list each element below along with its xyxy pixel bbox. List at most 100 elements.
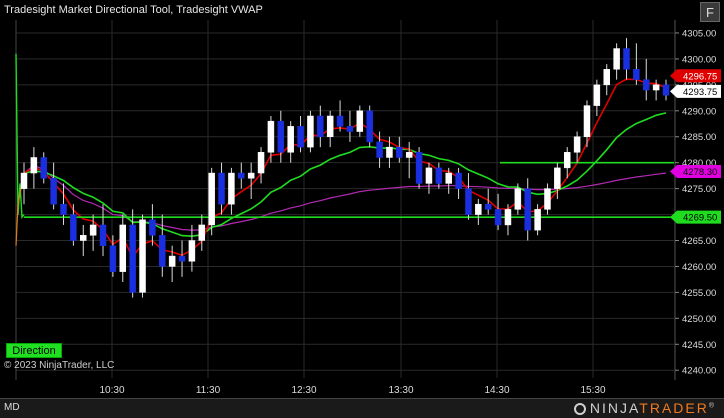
candle-up [30,157,38,174]
x-tick-label: 11:30 [196,385,221,396]
candle-up [445,172,452,184]
x-tick-label: 10:30 [99,385,124,396]
price-axis: 4305.004300.004295.004290.004285.004280.… [674,0,724,398]
candle-up [534,209,541,231]
candle-down [277,120,285,153]
candle-up [267,120,275,153]
candle-down [465,188,472,215]
candle-down [366,110,373,143]
price-chart[interactable]: 4305.004300.004295.004290.004285.004280.… [0,0,724,418]
candle-down [346,126,354,132]
candle-up [573,136,581,153]
y-tick-label: 4265.00 [682,236,716,247]
candle-down [297,126,304,148]
candle-up [257,152,265,174]
candle-up [119,224,127,272]
candle-up [168,255,176,267]
candle-up [228,172,235,205]
y-tick-label: 4255.00 [682,288,716,299]
candle-down [178,255,186,262]
y-tick-label: 4305.00 [682,28,716,39]
candlesticks [20,38,670,298]
candle-up [563,152,571,169]
ninjatrader-logo: NINJATRADER® [573,400,716,416]
price-tag-label: 4269.50 [683,213,717,224]
y-tick-label: 4245.00 [682,340,716,351]
candle-up [504,209,512,226]
candle-down [40,157,48,179]
chart-grid [15,20,674,380]
candle-up [583,105,591,137]
y-tick-label: 4290.00 [682,106,716,117]
candle-up [247,172,255,179]
candle-down [633,69,640,80]
x-tick-label: 12:30 [291,385,316,396]
candle-up [208,172,215,226]
candle-down [662,84,670,96]
chart-window: 4305.004300.004295.004290.004285.004280.… [0,0,724,418]
candle-up [554,167,561,189]
candle-up [287,126,294,153]
candle-up [475,203,482,215]
candle-down [435,167,443,184]
candle-down [149,219,156,236]
candle-up [198,224,206,241]
candle-up [603,69,610,86]
candle-up [89,224,97,236]
candle-down [455,172,462,189]
candle-down [70,214,77,241]
candle-down [317,115,324,137]
candle-up [652,84,660,91]
direction-label: Direction [6,343,62,358]
candle-up [425,167,433,184]
candle-up [307,115,314,148]
candle-up [326,115,334,137]
candle-down [218,172,225,205]
candle-up [20,172,28,189]
y-tick-label: 4240.00 [682,366,716,377]
status-bar: MD NINJATRADER® [0,398,724,418]
y-tick-label: 4260.00 [682,262,716,273]
candle-down [376,141,383,158]
candle-down [396,146,403,158]
x-tick-label: 15:30 [580,385,605,396]
y-tick-label: 4250.00 [682,314,716,325]
candle-down [238,172,245,179]
candle-down [60,203,67,215]
candle-down [50,177,57,205]
candle-up [514,188,522,210]
chart-title: Tradesight Market Directional Tool, Trad… [4,4,263,16]
f-button[interactable]: F [700,2,720,22]
x-tick-label: 14:30 [484,385,509,396]
candle-down [415,152,423,184]
candle-down [524,188,531,231]
candle-down [99,224,107,246]
y-tick-label: 4285.00 [682,132,716,143]
candle-up [188,240,196,262]
candle-up [405,152,413,158]
candle-down [642,79,650,91]
candle-down [129,224,136,293]
candle-up [593,84,601,106]
y-tick-label: 4275.00 [682,184,716,195]
copyright-text: © 2023 NinjaTrader, LLC [4,360,115,371]
candle-down [159,235,166,267]
candle-up [80,235,87,241]
status-text: MD [4,402,20,413]
indicator-lines [15,53,674,259]
price-tag-label: 4296.75 [683,71,717,82]
x-tick-label: 13:30 [388,385,413,396]
candle-up [544,188,551,210]
candle-up [386,146,393,158]
price-tag-label: 4278.30 [683,167,717,178]
candle-down [494,209,502,226]
candle-up [356,110,364,132]
candle-down [623,48,630,70]
y-tick-label: 4300.00 [682,54,716,65]
candle-down [484,203,492,210]
time-axis: 10:30 11:30 12:30 13:30 14:30 15:30 [99,385,605,396]
candle-up [613,48,620,70]
ninjatrader-logo-icon [573,403,586,415]
candle-up [139,219,146,293]
candle-down [336,115,344,127]
